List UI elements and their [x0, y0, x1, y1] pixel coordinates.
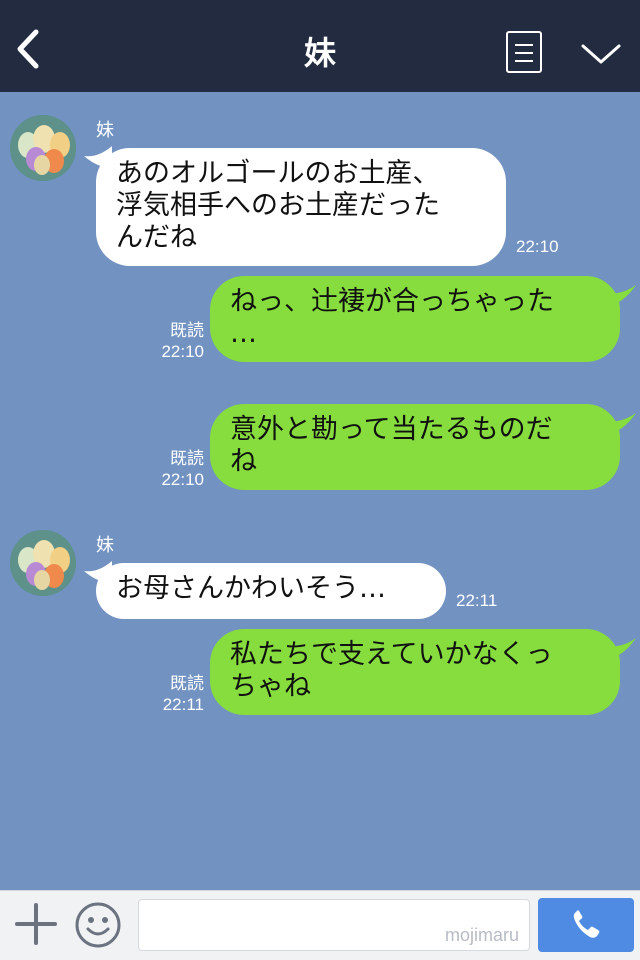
phone-icon	[573, 910, 600, 938]
chat-title: 妹	[303, 34, 336, 72]
outgoing-message-bubble[interactable]: 私たちで支えていかなくっ ちゃね	[210, 629, 620, 715]
message-time: 22:11	[456, 591, 498, 610]
avatar[interactable]	[10, 530, 76, 596]
sender-name: 妹	[96, 120, 114, 141]
message-input[interactable]: mojimaru	[138, 899, 530, 951]
read-receipt: 既読 22:11	[162, 674, 204, 714]
message-text: お母さんかわいそう…	[116, 573, 386, 604]
add-button[interactable]	[14, 902, 58, 946]
menu-list-icon	[515, 44, 533, 46]
call-button[interactable]	[538, 898, 634, 952]
read-receipt: 既読 22:10	[161, 321, 204, 361]
emoji-button[interactable]	[74, 901, 122, 949]
chevron-down-icon	[581, 44, 621, 64]
message-text: 意外と勘って当たるものだ ね	[230, 414, 553, 477]
menu-button[interactable]	[506, 31, 542, 73]
outgoing-message-bubble[interactable]: 意外と勘って当たるものだ ね	[210, 404, 620, 490]
collapse-button[interactable]	[578, 36, 624, 72]
outgoing-message-bubble[interactable]: ねっ、辻褄が合っちゃった …	[210, 276, 620, 362]
incoming-message-bubble[interactable]: お母さんかわいそう…	[96, 563, 446, 619]
sender-name: 妹	[96, 535, 114, 556]
read-receipt: 既読 22:10	[161, 449, 204, 489]
message-time: 22:10	[516, 237, 559, 256]
smiley-icon	[75, 902, 121, 948]
plus-icon	[15, 903, 57, 945]
message-text: あのオルゴールのお土産、 浮気相手へのお土産だった んだね	[116, 158, 440, 253]
chat-header: 妹	[0, 0, 640, 92]
incoming-message-bubble[interactable]: あのオルゴールのお土産、 浮気相手へのお土産だった んだね	[96, 148, 506, 266]
input-bar: mojimaru	[0, 890, 640, 960]
message-text: ねっ、辻褄が合っちゃった …	[230, 286, 554, 349]
balloons-icon	[10, 530, 76, 596]
watermark-text: mojimaru	[444, 925, 519, 945]
message-text: 私たちで支えていかなくっ ちゃね	[230, 639, 553, 702]
avatar[interactable]	[10, 115, 76, 181]
balloons-icon	[10, 115, 76, 181]
